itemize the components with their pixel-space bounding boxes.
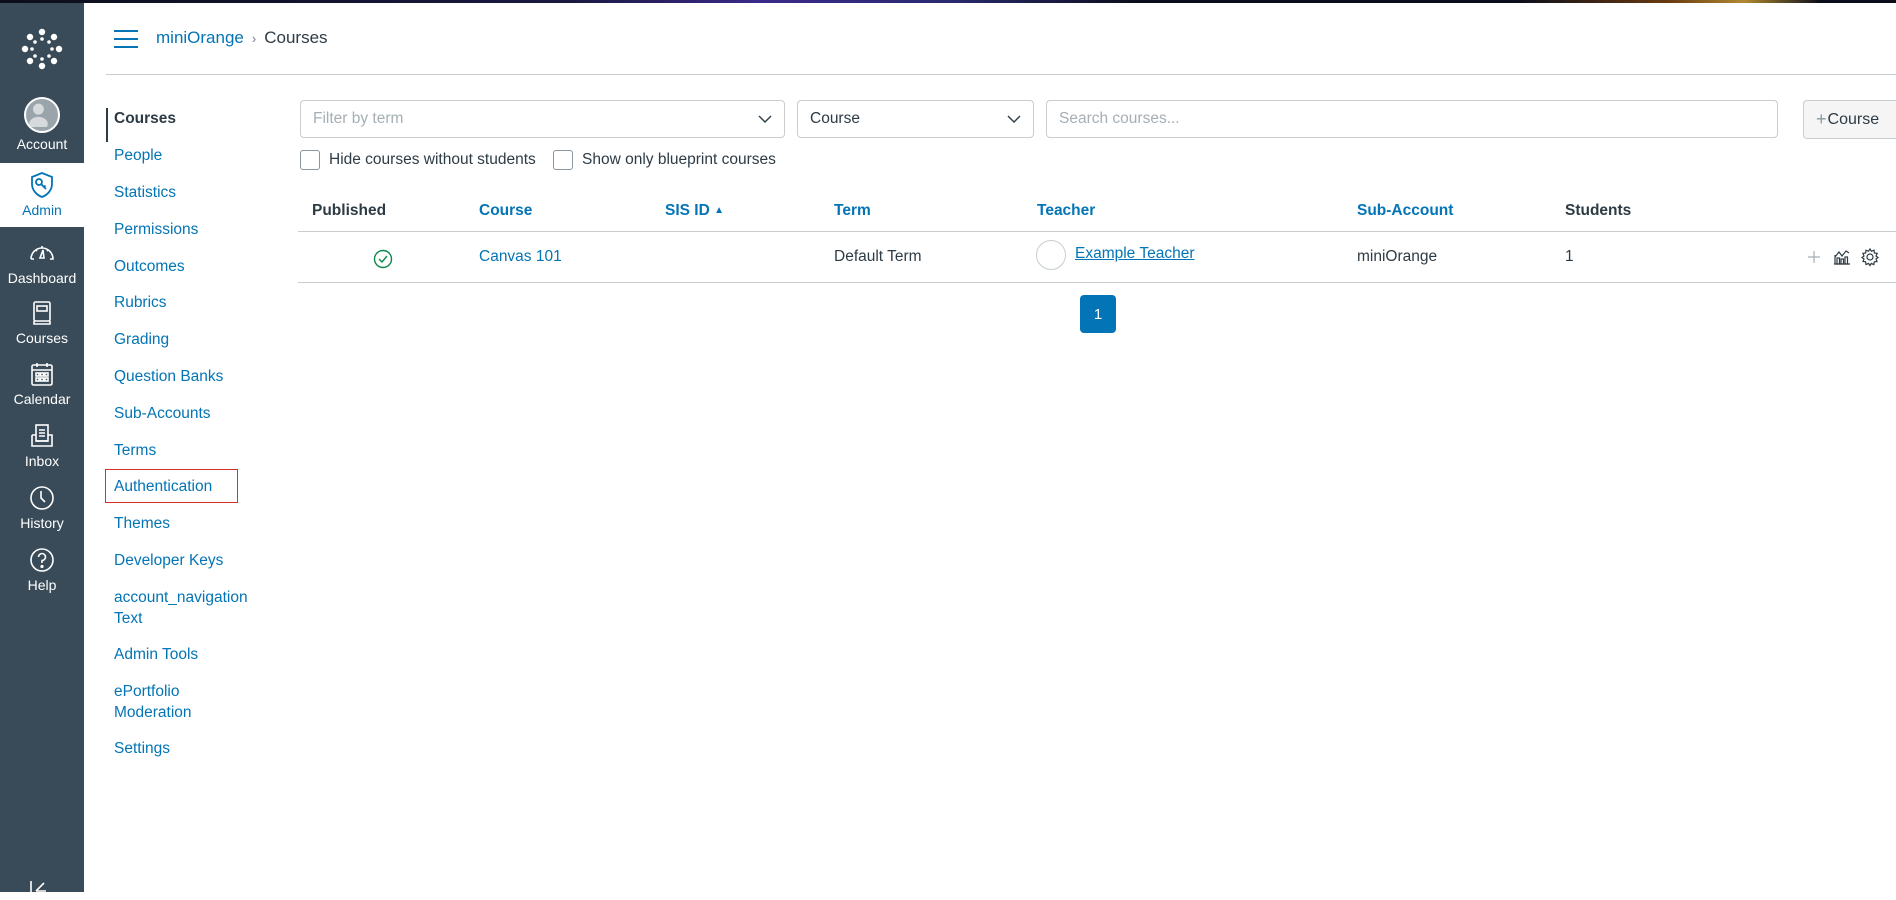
course-students-count: 1 xyxy=(1565,248,1574,265)
column-header-term[interactable]: Term xyxy=(834,202,871,220)
canvas-logo-icon[interactable] xyxy=(18,25,66,73)
global-nav-calendar[interactable]: Calendar xyxy=(0,360,84,422)
check-circle-icon xyxy=(373,249,393,269)
section-nav-account-navigation-text[interactable]: account_navigation Text xyxy=(114,587,248,629)
authentication-highlight-box xyxy=(105,469,238,503)
column-header-published: Published xyxy=(312,202,387,219)
chevron-down-icon xyxy=(1007,115,1021,123)
section-nav-label: ePortfolio xyxy=(114,683,180,700)
checkbox-label: Show only blueprint courses xyxy=(582,151,776,168)
teacher-avatar[interactable] xyxy=(1036,240,1066,270)
active-indicator xyxy=(106,108,108,142)
global-nav-account[interactable]: Account xyxy=(0,97,84,159)
pagination-page-1[interactable]: 1 xyxy=(1080,295,1116,333)
section-nav-question-banks[interactable]: Question Banks xyxy=(114,366,223,387)
section-nav-settings[interactable]: Settings xyxy=(114,738,170,759)
teacher-name-link[interactable]: Example Teacher xyxy=(1075,245,1194,263)
course-term: Default Term xyxy=(834,248,922,265)
section-nav-label: Moderation xyxy=(114,704,192,721)
term-filter-select[interactable]: Filter by term xyxy=(300,100,785,138)
course-sub-account: miniOrange xyxy=(1357,248,1438,265)
global-nav-dashboard[interactable]: Dashboard xyxy=(0,239,84,301)
add-course-label: Course xyxy=(1827,110,1880,128)
table-row-divider xyxy=(298,282,1896,283)
term-filter-placeholder: Filter by term xyxy=(313,110,404,127)
section-nav-outcomes[interactable]: Outcomes xyxy=(114,256,185,277)
hide-without-students-checkbox[interactable]: Hide courses without students xyxy=(300,150,536,170)
book-icon xyxy=(33,301,51,325)
global-nav-admin[interactable]: Admin xyxy=(0,163,84,227)
global-nav-courses[interactable]: Courses xyxy=(0,299,84,361)
global-nav-label: Help xyxy=(27,577,57,593)
avatar-icon xyxy=(24,97,60,133)
breadcrumb-separator: › xyxy=(251,30,257,46)
collapse-arrow-icon[interactable] xyxy=(28,880,54,895)
gear-icon[interactable] xyxy=(1860,247,1880,267)
global-nav-inbox[interactable]: Inbox xyxy=(0,422,84,484)
section-nav-eportfolio-moderation[interactable]: ePortfolio Moderation xyxy=(114,681,192,723)
global-nav-label: Inbox xyxy=(24,453,60,469)
search-courses-input[interactable] xyxy=(1046,100,1778,138)
speedometer-icon xyxy=(30,246,54,260)
global-nav-label: History xyxy=(20,515,64,531)
global-nav-label: Courses xyxy=(15,330,69,346)
analytics-icon[interactable] xyxy=(1832,247,1852,267)
column-header-course[interactable]: Course xyxy=(479,202,532,220)
section-nav-permissions[interactable]: Permissions xyxy=(114,219,198,240)
section-nav-courses[interactable]: Courses xyxy=(114,108,176,129)
section-nav-statistics[interactable]: Statistics xyxy=(114,182,176,203)
plus-icon: + xyxy=(1816,109,1827,129)
breadcrumb-current: Courses xyxy=(264,28,328,47)
breadcrumb-account-link[interactable]: miniOrange xyxy=(156,28,244,48)
inbox-icon xyxy=(31,424,53,447)
section-nav-developer-keys[interactable]: Developer Keys xyxy=(114,550,223,571)
global-nav-history[interactable]: History xyxy=(0,484,84,546)
search-type-select[interactable]: Course xyxy=(797,100,1034,138)
column-header-teacher[interactable]: Teacher xyxy=(1037,202,1095,220)
global-nav-label: Admin xyxy=(22,202,62,218)
search-type-value: Course xyxy=(810,110,860,127)
section-nav-rubrics[interactable]: Rubrics xyxy=(114,292,167,313)
section-nav-admin-tools[interactable]: Admin Tools xyxy=(114,644,198,665)
question-icon xyxy=(30,548,54,572)
column-header-students: Students xyxy=(1565,202,1632,219)
checkbox-label: Hide courses without students xyxy=(329,151,536,168)
checkbox-box[interactable] xyxy=(300,150,320,170)
section-nav-themes[interactable]: Themes xyxy=(114,513,170,534)
add-course-button[interactable]: + Course xyxy=(1803,100,1896,139)
sort-ascending-icon: ▲ xyxy=(714,205,725,216)
column-header-sis-id[interactable]: SIS ID ▲ xyxy=(665,202,724,220)
section-nav-label: account_navigation xyxy=(114,589,248,606)
section-nav-people[interactable]: People xyxy=(114,145,162,166)
section-nav-label: Text xyxy=(114,610,143,627)
calendar-icon xyxy=(31,363,53,386)
section-nav-grading[interactable]: Grading xyxy=(114,329,169,350)
table-header-divider xyxy=(298,231,1896,232)
global-nav-label: Dashboard xyxy=(7,270,77,286)
clock-icon xyxy=(30,486,54,510)
section-nav-terms[interactable]: Terms xyxy=(114,440,156,461)
global-nav-label: Account xyxy=(16,136,68,152)
global-nav-help[interactable]: Help xyxy=(0,546,84,608)
section-nav-sub-accounts[interactable]: Sub-Accounts xyxy=(114,403,211,424)
blueprint-only-checkbox[interactable]: Show only blueprint courses xyxy=(553,150,776,170)
column-header-label: SIS ID xyxy=(665,202,710,219)
chevron-down-icon xyxy=(758,115,772,123)
plus-icon[interactable] xyxy=(1804,247,1824,267)
column-header-sub-account[interactable]: Sub-Account xyxy=(1357,202,1453,220)
global-nav-label: Calendar xyxy=(13,391,71,407)
checkbox-box[interactable] xyxy=(553,150,573,170)
desktop-background-strip xyxy=(0,0,1896,3)
shield-key-icon xyxy=(31,172,53,198)
global-nav: Account Admin Dashboard Courses Calendar xyxy=(0,3,84,895)
header-divider xyxy=(106,74,1896,75)
hamburger-icon[interactable] xyxy=(114,30,138,50)
course-name-link[interactable]: Canvas 101 xyxy=(479,248,562,266)
breadcrumb: miniOrange › Courses xyxy=(156,28,328,48)
